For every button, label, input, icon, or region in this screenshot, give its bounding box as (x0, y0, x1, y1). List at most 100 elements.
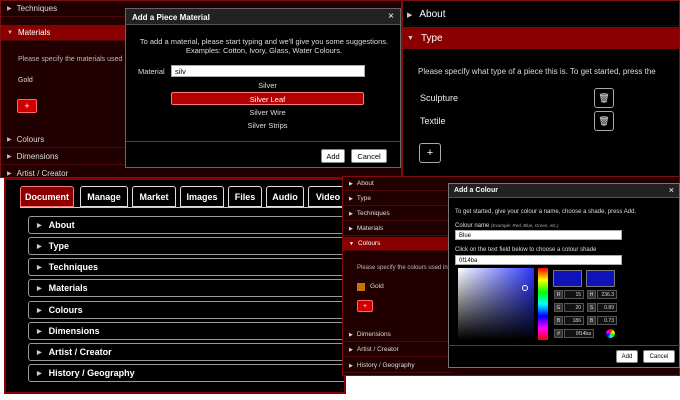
document-tabs-panel: Document Manage Market Images Files Audi… (4, 178, 346, 394)
section-label: Colours (48, 305, 83, 315)
chevron-right-icon: ▶ (349, 180, 353, 187)
h-field[interactable]: 236.3 (597, 290, 617, 299)
current-colour-preview (586, 270, 615, 287)
chevron-right-icon: ▶ (349, 195, 353, 202)
hue-slider[interactable] (538, 268, 548, 340)
colour-name-label-text: Colour name (455, 223, 490, 229)
tab-divider (20, 207, 344, 208)
chevron-right-icon: ▶ (37, 243, 42, 250)
section-label: Type (420, 32, 443, 44)
section-label: Colours (357, 240, 381, 247)
shade-input[interactable]: 0f14ba (455, 255, 622, 265)
chevron-right-icon: ▶ (349, 331, 353, 338)
tab-market[interactable]: Market (132, 186, 176, 207)
material-field-label: Material (138, 67, 165, 76)
section-history[interactable]: ▶ History / Geography (343, 359, 453, 373)
tab-manage[interactable]: Manage (80, 186, 128, 207)
cancel-button[interactable]: Cancel (643, 350, 675, 363)
r-field[interactable]: 15 (564, 290, 584, 299)
section-techniques[interactable]: ▶ Techniques (343, 207, 453, 221)
colour-name-label: Colour name (Example: Red, Blue, Green, … (455, 223, 559, 229)
section-label: Colours (16, 135, 45, 144)
section-about[interactable]: ▶ About (28, 216, 344, 234)
section-label: Dimensions (356, 331, 391, 338)
section-materials[interactable]: ▶ Materials (343, 222, 453, 236)
section-label: Type (48, 241, 69, 251)
shade-label: Click on the text field below to choose … (455, 247, 597, 253)
section-about[interactable]: ▶ About (403, 4, 679, 26)
picker-handle[interactable] (522, 285, 528, 291)
suggestion-item-selected[interactable]: Silver Leaf (171, 92, 364, 105)
chevron-down-icon: ▼ (349, 240, 354, 247)
section-label: Materials (17, 28, 51, 37)
section-label: Techniques (356, 210, 390, 217)
chevron-right-icon: ▶ (37, 285, 42, 292)
section-type[interactable]: ▶ Type (28, 237, 344, 255)
new-colour-preview (553, 270, 582, 287)
chevron-right-icon: ▶ (37, 222, 42, 229)
section-label: About (419, 9, 446, 20)
brightness-field[interactable]: 0.73 (597, 316, 617, 325)
section-artist[interactable]: ▶ Artist / Creator (28, 343, 344, 361)
add-material-button[interactable]: + (17, 99, 37, 113)
g-field[interactable]: 20 (564, 303, 584, 312)
section-materials[interactable]: ▶ Materials (28, 279, 344, 297)
add-button[interactable]: Add (321, 149, 345, 163)
suggestion-item[interactable]: Silver (171, 79, 364, 92)
s-field[interactable]: 0.89 (597, 303, 617, 312)
b-field[interactable]: 186 (564, 316, 584, 325)
close-icon[interactable]: × (388, 11, 394, 22)
section-label: Dimensions (16, 152, 59, 161)
tab-images[interactable]: Images (180, 186, 224, 207)
divider (126, 141, 400, 142)
section-about[interactable]: ▶ About (343, 177, 453, 191)
material-value: Gold (18, 77, 33, 84)
section-artist[interactable]: ▶ Artist / Creator (343, 343, 453, 357)
section-label: Artist / Creator (16, 169, 69, 178)
section-techniques[interactable]: ▶ Techniques (28, 258, 344, 276)
add-colour-button[interactable]: + (357, 300, 373, 312)
type-prompt: Please specify what type of a piece this… (418, 67, 656, 76)
section-colours[interactable]: ▶ Colours (28, 301, 344, 319)
suggestion-item[interactable]: Silver Strips (171, 119, 364, 132)
chevron-right-icon: ▶ (37, 307, 42, 314)
dialog-instructions: To get started, give your colour a name,… (455, 209, 637, 215)
tab-files[interactable]: Files (228, 186, 262, 207)
r-label: R (554, 290, 563, 299)
section-label: Techniques (16, 4, 58, 13)
brightness-label: B (587, 316, 596, 325)
chevron-right-icon: ▶ (37, 370, 42, 377)
colour-value: Gold (370, 283, 384, 290)
section-dimensions[interactable]: ▶ Dimensions (343, 328, 453, 342)
section-colours[interactable]: ▼ Colours (343, 237, 453, 251)
add-type-button[interactable]: + (419, 143, 441, 163)
suggestion-item[interactable]: Silver Wire (171, 106, 364, 119)
chevron-right-icon: ▶ (7, 154, 12, 160)
section-history[interactable]: ▶ History / Geography (28, 364, 344, 382)
delete-icon[interactable]: 🗑 (594, 111, 614, 131)
add-button[interactable]: Add (616, 350, 638, 363)
g-label: G (554, 303, 563, 312)
hex-field[interactable]: 0f14ba (564, 329, 594, 338)
cancel-button[interactable]: Cancel (351, 149, 387, 163)
chevron-down-icon: ▼ (407, 34, 414, 42)
add-material-dialog: Add a Piece Material × To add a material… (125, 8, 401, 168)
colour-name-input[interactable]: Blue (455, 230, 622, 240)
section-type[interactable]: ▶ Type (343, 192, 453, 206)
tab-document[interactable]: Document (20, 186, 74, 207)
b-label: B (554, 316, 563, 325)
section-dimensions[interactable]: ▶ Dimensions (28, 322, 344, 340)
tab-audio[interactable]: Audio (266, 186, 304, 207)
section-type[interactable]: ▼ Type (403, 27, 679, 49)
section-label: About (356, 180, 374, 187)
section-label: Materials (48, 283, 88, 293)
saturation-brightness-picker[interactable] (458, 268, 534, 340)
colour-name-hint: (Example: Red, Blue, Green, etc.) (491, 223, 559, 228)
material-input[interactable]: silv (171, 65, 365, 77)
chevron-right-icon: ▶ (349, 346, 353, 353)
dialog-title: Add a Piece Material (126, 9, 400, 25)
close-icon[interactable]: × (669, 185, 674, 195)
delete-icon[interactable]: 🗑 (594, 88, 614, 108)
tab-video[interactable]: Video (308, 186, 344, 207)
colour-wheel-icon[interactable] (606, 329, 615, 338)
